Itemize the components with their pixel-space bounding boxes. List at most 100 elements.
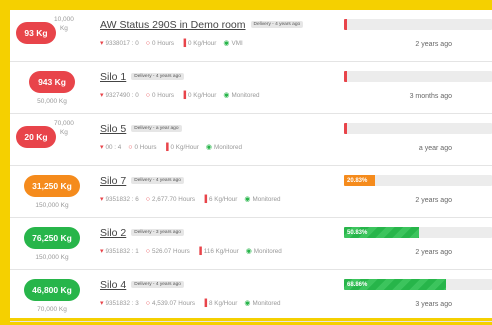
level-badge[interactable]: 943 Kg xyxy=(29,71,75,93)
status-value: Monitored xyxy=(252,299,281,307)
wifi-icon: ▾ xyxy=(100,144,104,151)
status-value: Monitored xyxy=(214,143,243,151)
silo-title[interactable]: AW Status 290S in Demo room xyxy=(100,19,246,31)
silo-meta: ▾ 9351832 : 3 ○ 4,539.07 Hours ▐ 8 Kg/Hour … xyxy=(100,299,281,308)
silo-title[interactable]: Silo 5 xyxy=(100,123,126,135)
wifi-icon: ▾ xyxy=(100,196,104,203)
silo-title[interactable]: Silo 1 xyxy=(100,71,126,83)
rate-value: 6 Kg/Hour xyxy=(209,195,238,203)
level-badge[interactable]: 20 Kg xyxy=(16,126,56,148)
level-progress-fill xyxy=(344,123,347,134)
level-badge[interactable]: 93 Kg xyxy=(16,22,56,44)
chart-icon: ▐ xyxy=(181,39,187,47)
level-progress-fill xyxy=(344,71,347,82)
hours-value: 2,677.70 Hours xyxy=(152,195,196,203)
device-id: 9338017 : 0 xyxy=(105,39,139,47)
eye-icon: ◉ xyxy=(244,196,251,203)
silo-meta: ▾ 9338017 : 0 ○ 0 Hours ▐ 0 Kg/Hour ◉ VMI xyxy=(100,39,243,48)
wifi-icon: ▾ xyxy=(100,300,104,307)
status-value: Monitored xyxy=(253,247,282,255)
rate-value: 0 Kg/Hour xyxy=(188,39,217,47)
device-id: 9351832 : 3 xyxy=(105,299,139,307)
clock-icon: ○ xyxy=(145,39,151,47)
silo-title-link[interactable]: AW Status 290S in Demo room Delivery - 4 … xyxy=(100,19,304,31)
level-progress-bar xyxy=(344,19,492,30)
capacity-label: 70,000 Kg xyxy=(37,306,67,313)
silo-meta: ▾ 9351832 : 1 ○ 526.07 Hours ▐ 116 Kg/Hour … xyxy=(100,247,282,256)
last-update: 3 years ago xyxy=(415,301,452,308)
last-update: 2 years ago xyxy=(415,197,452,204)
wifi-icon: ▾ xyxy=(100,92,104,99)
silo-row[interactable]: 46,800 Kg 70,000 Kg Silo 4 Delivery - 4 y… xyxy=(10,270,492,322)
delivery-tag: Delivery - 4 years ago xyxy=(131,280,184,288)
clock-icon: ○ xyxy=(145,299,151,307)
silo-title-link[interactable]: Silo 4 Delivery - 4 years ago xyxy=(100,279,184,291)
level-progress-fill: 20.83% xyxy=(344,175,375,186)
eye-icon: ◉ xyxy=(245,248,252,255)
wifi-icon: ▾ xyxy=(100,40,104,47)
chart-icon: ▐ xyxy=(163,143,169,151)
level-progress-bar xyxy=(344,123,492,134)
delivery-tag: Delivery - 4 years ago xyxy=(131,72,184,80)
silo-meta: ▾ 9351832 : 6 ○ 2,677.70 Hours ▐ 6 Kg/Hour … xyxy=(100,195,281,204)
delivery-tag: Delivery - 3 years ago xyxy=(131,228,184,236)
hours-value: 526.07 Hours xyxy=(152,247,190,255)
status-value: Monitored xyxy=(252,195,281,203)
silo-list: 93 Kg 10,000 Kg AW Status 290S in Demo r… xyxy=(10,10,492,322)
level-progress-bar: 68.86% xyxy=(344,279,492,290)
silo-title-link[interactable]: Silo 5 Delivery - a year ago xyxy=(100,123,182,135)
level-badge[interactable]: 76,250 Kg xyxy=(24,227,80,249)
rate-value: 0 Kg/Hour xyxy=(188,91,217,99)
silo-meta: ▾ 00 : 4 ○ 0 Hours ▐ 0 Kg/Hour ◉ Monitored xyxy=(100,143,243,152)
silo-row[interactable]: 93 Kg 10,000 Kg AW Status 290S in Demo r… xyxy=(10,10,492,62)
last-update: 2 years ago xyxy=(415,249,452,256)
hours-value: 4,539.07 Hours xyxy=(152,299,196,307)
silo-row[interactable]: 20 Kg 70,000 Kg Silo 5 Delivery - a year … xyxy=(10,114,492,166)
level-progress-fill xyxy=(344,19,347,30)
device-id: 00 : 4 xyxy=(105,143,122,151)
eye-icon: ◉ xyxy=(223,40,230,47)
silo-title-link[interactable]: Silo 2 Delivery - 3 years ago xyxy=(100,227,184,239)
rate-value: 0 Kg/Hour xyxy=(170,143,199,151)
silo-row[interactable]: 943 Kg 50,000 Kg Silo 1 Delivery - 4 year… xyxy=(10,62,492,114)
capacity-label: 150,000 Kg xyxy=(35,254,69,261)
silo-title-link[interactable]: Silo 1 Delivery - 4 years ago xyxy=(100,71,184,83)
rate-value: 116 Kg/Hour xyxy=(203,247,239,255)
clock-icon: ○ xyxy=(145,91,151,99)
clock-icon: ○ xyxy=(145,195,151,203)
level-progress-bar: 50.83% xyxy=(344,227,492,238)
eye-icon: ◉ xyxy=(244,300,251,307)
capacity-label: 50,000 Kg xyxy=(37,98,67,105)
capacity-label: 150,000 Kg xyxy=(35,202,69,209)
level-progress-fill: 50.83% xyxy=(344,227,420,238)
level-progress-fill: 68.86% xyxy=(344,279,446,290)
level-badge[interactable]: 31,250 Kg xyxy=(24,175,80,197)
silo-title-link[interactable]: Silo 7 Delivery - 4 years ago xyxy=(100,175,184,187)
silo-title[interactable]: Silo 4 xyxy=(100,279,126,291)
last-update: 3 months ago xyxy=(409,93,452,100)
chart-icon: ▐ xyxy=(196,247,202,255)
device-id: 9351832 : 6 xyxy=(105,195,139,203)
capacity-label: 10,000 Kg xyxy=(54,16,74,32)
wifi-icon: ▾ xyxy=(100,248,104,255)
silo-title[interactable]: Silo 2 xyxy=(100,227,126,239)
last-update: a year ago xyxy=(418,145,452,152)
status-value: VMI xyxy=(231,39,243,47)
chart-icon: ▐ xyxy=(202,195,208,203)
delivery-tag: Delivery - a year ago xyxy=(131,124,182,132)
silo-row[interactable]: 76,250 Kg 150,000 Kg Silo 2 Delivery - 3 … xyxy=(10,218,492,270)
delivery-tag: Delivery - 4 years ago xyxy=(131,176,184,184)
clock-icon: ○ xyxy=(128,143,133,151)
hours-value: 0 Hours xyxy=(134,143,157,151)
level-progress-bar xyxy=(344,71,492,82)
status-value: Monitored xyxy=(231,91,260,99)
delivery-tag: Delivery - 4 years ago xyxy=(250,20,304,28)
silo-row[interactable]: 31,250 Kg 150,000 Kg Silo 7 Delivery - 4 … xyxy=(10,166,492,218)
hours-value: 0 Hours xyxy=(152,91,175,99)
clock-icon: ○ xyxy=(145,247,151,255)
level-badge[interactable]: 46,800 Kg xyxy=(24,279,80,301)
eye-icon: ◉ xyxy=(223,92,230,99)
level-progress-bar: 20.83% xyxy=(344,175,492,186)
silo-title[interactable]: Silo 7 xyxy=(100,175,126,187)
chart-icon: ▐ xyxy=(181,91,187,99)
